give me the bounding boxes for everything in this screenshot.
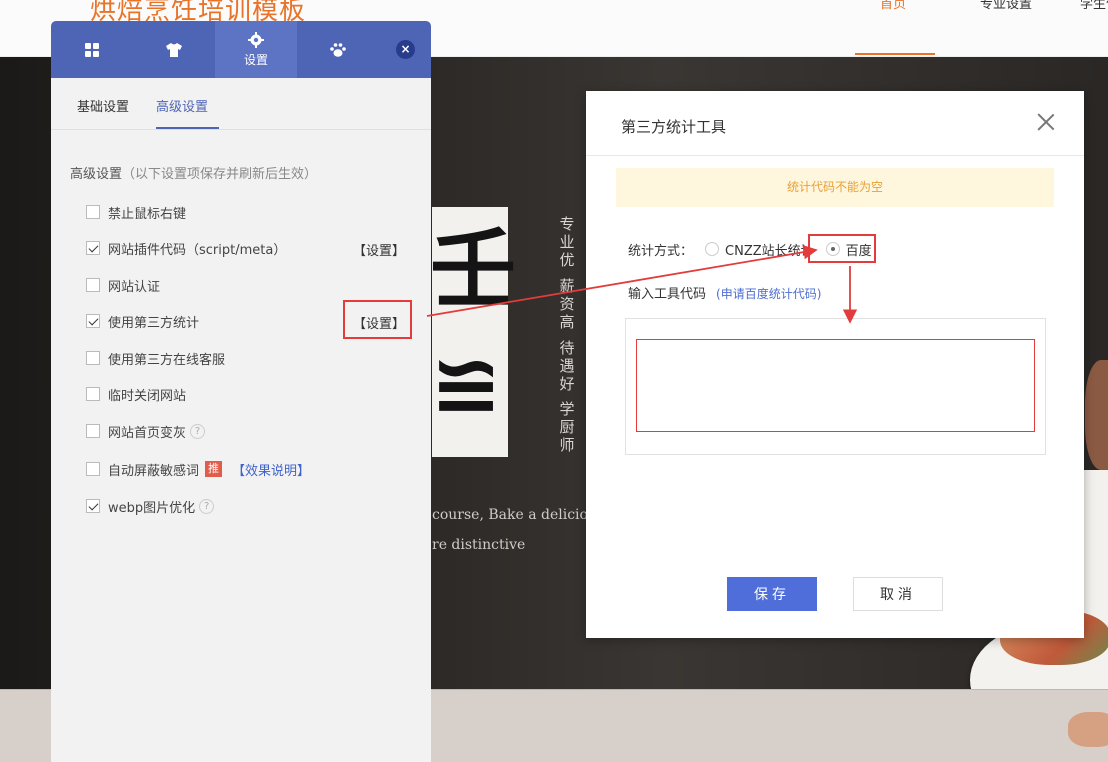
checkbox[interactable]: [86, 314, 100, 328]
checkbox[interactable]: [86, 278, 100, 292]
option-label: 网站首页变灰: [108, 425, 187, 441]
option-third-party-chat[interactable]: 使用第三方在线客服: [86, 350, 226, 368]
hero-vertical-text: 学厨师: [559, 400, 575, 454]
third-party-stats-dialog: 第三方统计工具 统计代码不能为空 统计方式： CNZZ站长统计 百度 输入工具代…: [586, 91, 1084, 638]
panel-subtabs: 基础设置 高级设置: [51, 78, 431, 130]
annotation-highlight-box: [343, 300, 412, 339]
hero-brand-glyph-bottom: ≌: [430, 335, 503, 435]
radio-cnzz-label[interactable]: CNZZ站长统计: [725, 240, 814, 259]
section-title-text: 高级设置: [70, 167, 123, 182]
validation-alert: 统计代码不能为空: [616, 168, 1054, 207]
nav-item-home[interactable]: 首页: [855, 0, 955, 55]
section-title: 高级设置（以下设置项保存并刷新后生效）: [70, 163, 317, 182]
paw-icon: [330, 42, 346, 57]
checkbox[interactable]: [86, 387, 100, 401]
hero-vertical-text: 专业优: [559, 215, 575, 269]
option-label: 使用第三方统计: [108, 315, 200, 331]
subtab-advanced-settings[interactable]: 高级设置: [156, 96, 208, 115]
option-label: webp图片优化: [108, 500, 196, 516]
help-icon[interactable]: ?: [199, 498, 215, 514]
option-grayscale-homepage[interactable]: 网站首页变灰 ?: [86, 423, 206, 441]
grid-icon: [85, 42, 99, 57]
panel-tab-layout[interactable]: [51, 21, 133, 78]
dialog-title: 第三方统计工具: [621, 118, 727, 136]
annotation-highlight-box: [808, 234, 876, 263]
section-title-hint: （以下设置项保存并刷新后生效）: [122, 167, 318, 182]
effect-description-link[interactable]: 【效果说明】: [232, 460, 310, 479]
option-plugin-code[interactable]: 网站插件代码（script/meta）: [86, 240, 287, 258]
checkbox[interactable]: [86, 351, 100, 365]
close-icon[interactable]: [1037, 113, 1055, 131]
apply-baidu-code-link[interactable]: (申请百度统计代码): [716, 287, 821, 301]
hero-brand-glyph-top: 壬: [430, 220, 516, 320]
nav-item-students[interactable]: 学生作: [1055, 0, 1108, 55]
subtab-active-indicator: [156, 127, 219, 129]
radio-cnzz[interactable]: [705, 242, 720, 256]
settings-panel: 设置 × 基础设置 高级设置 高级设置（以下设置项保存并刷新后生效） 禁止鼠标右…: [51, 21, 431, 762]
hero-brand-block: 壬 ≌: [430, 207, 516, 457]
panel-tab-plugins[interactable]: [297, 21, 379, 78]
option-label: 自动屏蔽敏感词: [108, 463, 200, 479]
shirt-icon: [166, 42, 182, 57]
site-nav: 首页 专业设置 学生作: [855, 0, 1108, 57]
option-label: 临时关闭网站: [108, 388, 187, 404]
checkbox[interactable]: [86, 205, 100, 219]
checkbox[interactable]: [86, 424, 100, 438]
hero-english-line: re distinctive: [432, 537, 526, 553]
chef-image: [1085, 360, 1108, 470]
checkbox[interactable]: [86, 241, 100, 255]
option-label: 禁止鼠标右键: [108, 206, 187, 222]
option-label: 网站认证: [108, 279, 161, 295]
option-close-site[interactable]: 临时关闭网站: [86, 386, 187, 404]
hero-vertical-text: 薪资高: [559, 277, 575, 331]
panel-close-button[interactable]: ×: [396, 40, 415, 59]
recommend-badge: 推: [205, 461, 223, 477]
option-disable-right-click[interactable]: 禁止鼠标右键: [86, 204, 187, 222]
tool-code-textarea[interactable]: [636, 339, 1035, 432]
dialog-divider: [586, 155, 1084, 156]
option-webp-optimization[interactable]: webp图片优化 ?: [86, 498, 215, 516]
code-input-label: 输入工具代码 (申请百度统计代码): [628, 283, 821, 302]
plugin-code-settings-link[interactable]: 【设置】: [353, 240, 405, 259]
save-button[interactable]: 保存: [727, 577, 817, 611]
panel-tab-settings[interactable]: 设置: [215, 21, 297, 78]
panel-tab-style[interactable]: [133, 21, 215, 78]
chef-hand-image: [1068, 712, 1108, 747]
checkbox[interactable]: [86, 499, 100, 513]
hero-vertical-text: 待遇好: [559, 339, 575, 393]
cancel-button[interactable]: 取消: [853, 577, 943, 611]
stats-method-label: 统计方式：: [628, 243, 694, 259]
code-input-wrapper: [625, 318, 1046, 455]
panel-tab-label: 设置: [243, 52, 268, 67]
hero-english-line: course, Bake a deliciou: [432, 507, 597, 523]
subtab-basic-settings[interactable]: 基础设置: [77, 96, 129, 115]
option-third-party-stats[interactable]: 使用第三方统计: [86, 313, 200, 331]
option-site-verification[interactable]: 网站认证: [86, 277, 161, 295]
help-icon[interactable]: ?: [190, 423, 206, 439]
code-label-text: 输入工具代码: [628, 287, 707, 302]
panel-tab-bar: 设置 ×: [51, 21, 431, 78]
checkbox[interactable]: [86, 462, 100, 476]
option-label: 使用第三方在线客服: [108, 352, 226, 368]
nav-item-majors[interactable]: 专业设置: [955, 0, 1055, 55]
option-block-sensitive-words[interactable]: 自动屏蔽敏感词 推 【效果说明】: [86, 460, 310, 479]
option-label: 网站插件代码（script/meta）: [108, 242, 287, 258]
gear-icon: [248, 31, 264, 48]
